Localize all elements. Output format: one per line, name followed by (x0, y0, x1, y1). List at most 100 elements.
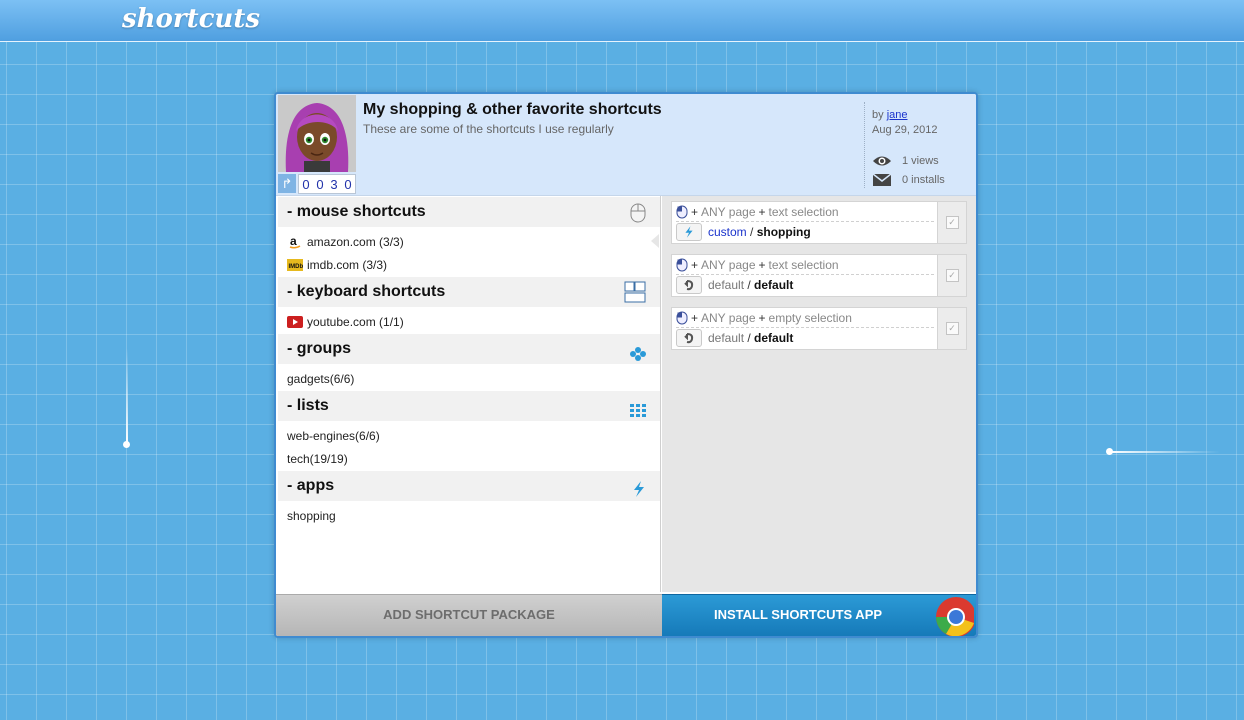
logo[interactable]: shortcuts (122, 4, 260, 34)
mouse-icon (676, 258, 688, 272)
selection-pointer (651, 234, 659, 248)
section-keyboard-shortcuts[interactable]: - keyboard shortcuts (278, 277, 660, 307)
list-item-gadgets[interactable]: gadgets(6/6) (287, 372, 354, 386)
separator: / (744, 278, 755, 292)
mouse-icon (676, 205, 688, 219)
separator: / (746, 225, 757, 239)
views-count: 1 views (902, 155, 939, 167)
list-item-label: shopping (287, 509, 336, 523)
lightning-icon (676, 223, 702, 241)
shortcut-card[interactable]: + ANY page + empty selection default / d… (671, 307, 967, 350)
checkmark-icon: ✓ (945, 269, 959, 282)
section-title: - keyboard shortcuts (287, 283, 446, 300)
author-line: by jane (872, 109, 907, 121)
trigger-selection: text selection (768, 258, 839, 272)
install-button-label: INSTALL SHORTCUTS APP (714, 607, 883, 622)
section-title: - groups (287, 340, 351, 357)
trigger-page: ANY page (701, 258, 756, 272)
installs-row: 0 installs (872, 173, 945, 187)
shortcut-trigger: + ANY page + text selection (676, 205, 934, 222)
undo-icon (676, 329, 702, 347)
section-mouse-shortcuts[interactable]: - mouse shortcuts (278, 197, 660, 227)
counter-digit: 0 (344, 176, 352, 192)
share-icon[interactable]: ↱ (278, 174, 296, 193)
list-item-youtube[interactable]: youtube.com (1/1) (287, 315, 404, 329)
eye-icon (873, 156, 891, 166)
enable-checkbox[interactable]: ✓ (937, 202, 966, 243)
plus-sign: + (691, 205, 699, 219)
package-subtitle: These are some of the shortcuts I use re… (363, 122, 614, 136)
section-title: - lists (287, 397, 329, 414)
shortcut-trigger: + ANY page + empty selection (676, 311, 934, 328)
plus-sign: + (758, 311, 766, 325)
checkmark-icon: ✓ (945, 216, 959, 229)
action-name: default (754, 278, 794, 292)
decoration-dot (1106, 448, 1113, 455)
shortcut-action: custom / shopping (676, 223, 811, 241)
enable-checkbox[interactable]: ✓ (937, 255, 966, 296)
shortcut-card[interactable]: + ANY page + text selection default / de… (671, 254, 967, 297)
by-prefix: by (872, 109, 884, 121)
list-item-label: tech(19/19) (287, 452, 348, 466)
list-item-shopping[interactable]: shopping (287, 509, 336, 523)
add-shortcut-package-button[interactable]: ADD SHORTCUT PACKAGE (276, 594, 662, 636)
shortcut-categories: - mouse shortcuts a amazon.com (3/3) IMD… (278, 196, 661, 592)
trigger-page: ANY page (701, 311, 756, 325)
section-apps[interactable]: - apps (278, 471, 660, 501)
decoration-line-horizontal (1110, 451, 1220, 453)
package-meta: by jane Aug 29, 2012 1 views 0 installs (864, 102, 973, 188)
avatar[interactable] (278, 95, 356, 172)
action-name: shopping (756, 225, 811, 239)
svg-text:a: a (290, 235, 297, 248)
svg-text:IMDb: IMDb (289, 264, 304, 270)
chrome-icon (930, 597, 976, 636)
lightning-icon (623, 478, 646, 508)
action-source: default (708, 278, 745, 292)
mouse-icon (621, 203, 646, 234)
separator: / (744, 331, 755, 345)
list-item-amazon[interactable]: a amazon.com (3/3) (287, 235, 404, 249)
install-shortcuts-app-button[interactable]: INSTALL SHORTCUTS APP (662, 594, 976, 636)
shortcut-trigger: + ANY page + text selection (676, 258, 934, 275)
imdb-favicon: IMDb (287, 258, 303, 272)
action-source: default (708, 331, 745, 345)
view-counter: 0 0 3 0 (298, 174, 356, 194)
checkmark-icon: ✓ (945, 322, 959, 335)
top-bar: shortcuts (0, 0, 1244, 42)
package-panel: ↱ 0 0 3 0 My shopping & other favorite s… (274, 92, 978, 638)
list-item-label: amazon.com (3/3) (307, 235, 404, 249)
plus-sign: + (758, 205, 766, 219)
decoration-line-vertical (126, 348, 128, 444)
trigger-selection: empty selection (768, 311, 852, 325)
shortcut-details: + ANY page + text selection custom / sho… (662, 196, 976, 592)
counter-digit: 3 (330, 176, 338, 192)
action-source: custom (708, 225, 747, 239)
list-item-tech[interactable]: tech(19/19) (287, 452, 348, 466)
avatar-image (278, 95, 356, 172)
author-link[interactable]: jane (887, 109, 908, 121)
plus-sign: + (758, 258, 766, 272)
section-lists[interactable]: - lists (278, 391, 660, 421)
list-item-web-engines[interactable]: web-engines(6/6) (287, 429, 380, 443)
list-item-label: web-engines(6/6) (287, 429, 380, 443)
trigger-page: ANY page (701, 205, 756, 219)
mouse-icon (676, 311, 688, 325)
grid-icon (621, 399, 646, 429)
decoration-dot (123, 441, 130, 448)
counter-digit: 0 (302, 176, 310, 192)
groups-icon (621, 342, 646, 372)
package-title: My shopping & other favorite shortcuts (363, 101, 662, 118)
undo-icon (676, 276, 702, 294)
section-groups[interactable]: - groups (278, 334, 660, 364)
views-row: 1 views (872, 154, 939, 168)
package-date: Aug 29, 2012 (872, 124, 938, 136)
enable-checkbox[interactable]: ✓ (937, 308, 966, 349)
keyboard-icon (615, 281, 646, 314)
list-item-imdb[interactable]: IMDb imdb.com (3/3) (287, 258, 387, 272)
installs-count: 0 installs (902, 174, 945, 186)
list-item-label: imdb.com (3/3) (307, 258, 388, 272)
plus-sign: + (691, 258, 699, 272)
section-title: - mouse shortcuts (287, 203, 426, 220)
shortcut-card[interactable]: + ANY page + text selection custom / sho… (671, 201, 967, 244)
list-item-label: youtube.com (1/1) (307, 315, 404, 329)
